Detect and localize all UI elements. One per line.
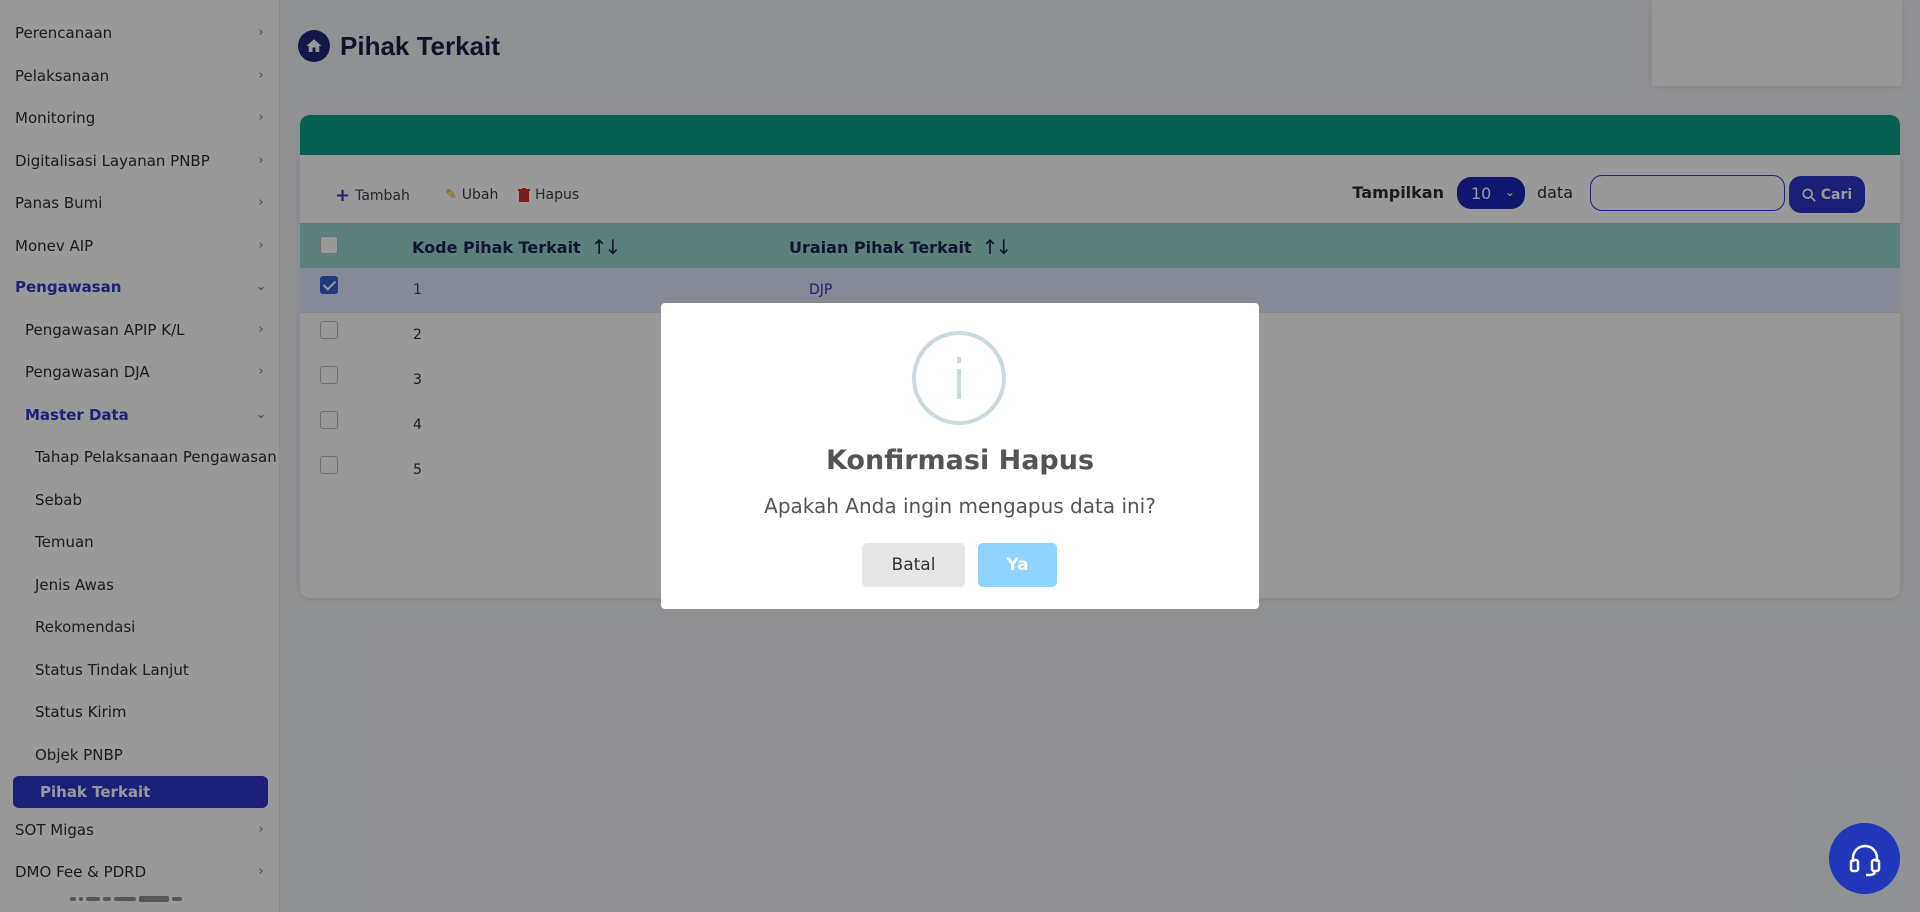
confirm-delete-dialog: Konfirmasi Hapus Apakah Anda ingin menga… [661, 303, 1259, 609]
headset-support-button[interactable] [1829, 823, 1900, 894]
cancel-button[interactable]: Batal [862, 543, 965, 587]
headset-icon [1849, 844, 1880, 876]
dialog-message: Apakah Anda ingin mengapus data ini? [764, 494, 1156, 518]
confirm-button[interactable]: Ya [978, 543, 1057, 587]
info-icon [912, 331, 1006, 425]
dialog-title: Konfirmasi Hapus [825, 445, 1095, 476]
